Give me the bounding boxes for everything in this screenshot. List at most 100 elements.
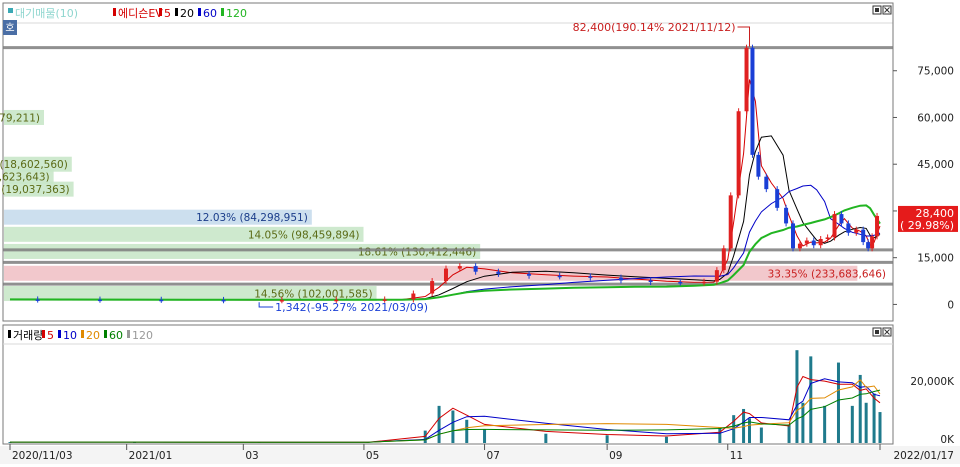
candle-body (557, 275, 562, 278)
legend-swatch (104, 330, 107, 338)
volume-panel-close-icon[interactable] (882, 327, 892, 337)
candle-body (861, 229, 866, 243)
candle-body (648, 280, 653, 282)
volume-bar (437, 405, 441, 443)
x-tick-label: 09 (609, 450, 622, 462)
price-panel-close-icon[interactable] (882, 5, 892, 15)
candle-body (728, 195, 733, 249)
candle-body (457, 266, 462, 269)
volume-bar (544, 433, 548, 443)
candle-body (714, 270, 719, 282)
price-y-tick-label: 60,000 (917, 112, 954, 124)
stock-chart-window: 호 0.10% (679,211)2.65% (18,602,560)1.94%… (0, 0, 960, 464)
candle-body (839, 214, 844, 224)
candle-body (846, 223, 851, 233)
legend-swatch (42, 330, 45, 338)
price-y-tick-label: 0 (947, 299, 954, 311)
legend-label: 60 (109, 329, 123, 342)
candle-body (818, 238, 823, 246)
current-change-label: ( 29.98%) (900, 219, 954, 232)
legend-label: 거래량 (13, 329, 43, 342)
candle-body (744, 47, 749, 112)
volume-y-tick-label: 20,000K (910, 376, 955, 388)
volume-bar (823, 405, 827, 443)
price-y-tick-label: 45,000 (917, 159, 954, 171)
legend-label: 5 (164, 7, 171, 20)
volume-bar (872, 393, 876, 443)
volume-bar (878, 412, 882, 443)
candle-body (430, 281, 435, 294)
x-tick-label: 03 (245, 450, 258, 462)
volume-bar (451, 410, 455, 443)
volume-bar (795, 350, 799, 443)
legend-title: 대기매물(10) (15, 7, 78, 20)
candle-body (870, 236, 875, 249)
candle-body (678, 281, 683, 284)
volume-bar (664, 436, 668, 443)
candle-body (784, 207, 789, 224)
candle-body (736, 111, 741, 196)
volume-bar (858, 374, 862, 443)
legend-label: 120 (132, 329, 153, 342)
candle-body (97, 299, 102, 302)
legend-label: 20 (86, 329, 100, 342)
candle-body (832, 214, 837, 238)
high-price-annotation: 82,400(190.14% 2021/11/12) (573, 21, 736, 34)
supply-band-label: 0.10% (679,211) (0, 112, 40, 124)
volume-bar (718, 427, 722, 443)
candle-body (866, 242, 871, 249)
x-tick-label: 11 (730, 450, 743, 462)
volume-panel-maximize-icon[interactable] (872, 327, 882, 337)
candle-body (221, 299, 226, 302)
legend-swatch (8, 330, 11, 338)
legend-swatch (113, 8, 116, 16)
candle-body (750, 47, 755, 155)
supply-band-label: 33.35% (233,683,646) (768, 268, 886, 280)
legend-label: 60 (203, 7, 217, 20)
price-y-tick-label: 75,000 (917, 66, 954, 78)
candle-body (797, 243, 802, 249)
volume-bar (836, 362, 840, 443)
x-tick-label: 07 (487, 450, 500, 462)
legend-label: 10 (63, 329, 77, 342)
candle-body (756, 154, 761, 177)
candle-body (496, 271, 501, 274)
candle-body (854, 229, 859, 233)
candle-body (473, 266, 478, 272)
supply-band-label: 12.03% (84,298,951) (196, 212, 308, 224)
x-tick-label: 05 (366, 450, 379, 462)
volume-bar (787, 424, 791, 443)
candle-body (811, 240, 816, 246)
candle-body (159, 299, 164, 302)
legend-label: 에디슨EV (118, 7, 163, 20)
volume-bar (850, 405, 854, 443)
price-panel-maximize-icon[interactable] (872, 5, 882, 15)
candle-body (721, 248, 726, 271)
legend-swatch (175, 8, 178, 16)
candle-body (35, 299, 40, 301)
supply-band-label: 14.56% (102,001,585) (254, 289, 372, 301)
volume-panel-frame (2, 324, 894, 445)
legend-swatch (81, 330, 84, 338)
supply-band-label: 18.61% (130,412,446) (358, 246, 476, 258)
candle-body (804, 240, 809, 244)
volume-bar (801, 402, 805, 443)
legend-label: 20 (180, 7, 194, 20)
legend-label: 120 (226, 7, 247, 20)
supply-band-label: 2.72% (19,037,363) (0, 184, 70, 196)
candle-body (875, 215, 880, 237)
legend-swatch (127, 330, 130, 338)
candle-body (764, 176, 769, 190)
legend-swatch (159, 8, 162, 16)
volume-bar (864, 402, 868, 443)
supply-band-label: 14.05% (98,459,894) (248, 229, 360, 241)
chart-canvas: 호 0.10% (679,211)2.65% (18,602,560)1.94%… (0, 2, 960, 464)
candle-body (775, 189, 780, 208)
candle-body (618, 277, 623, 281)
volume-bar (465, 419, 469, 443)
candle-body (702, 281, 707, 284)
candle-body (411, 293, 416, 300)
volume-bar (759, 427, 763, 443)
candle-body (588, 276, 593, 278)
legend-swatch (221, 8, 224, 16)
